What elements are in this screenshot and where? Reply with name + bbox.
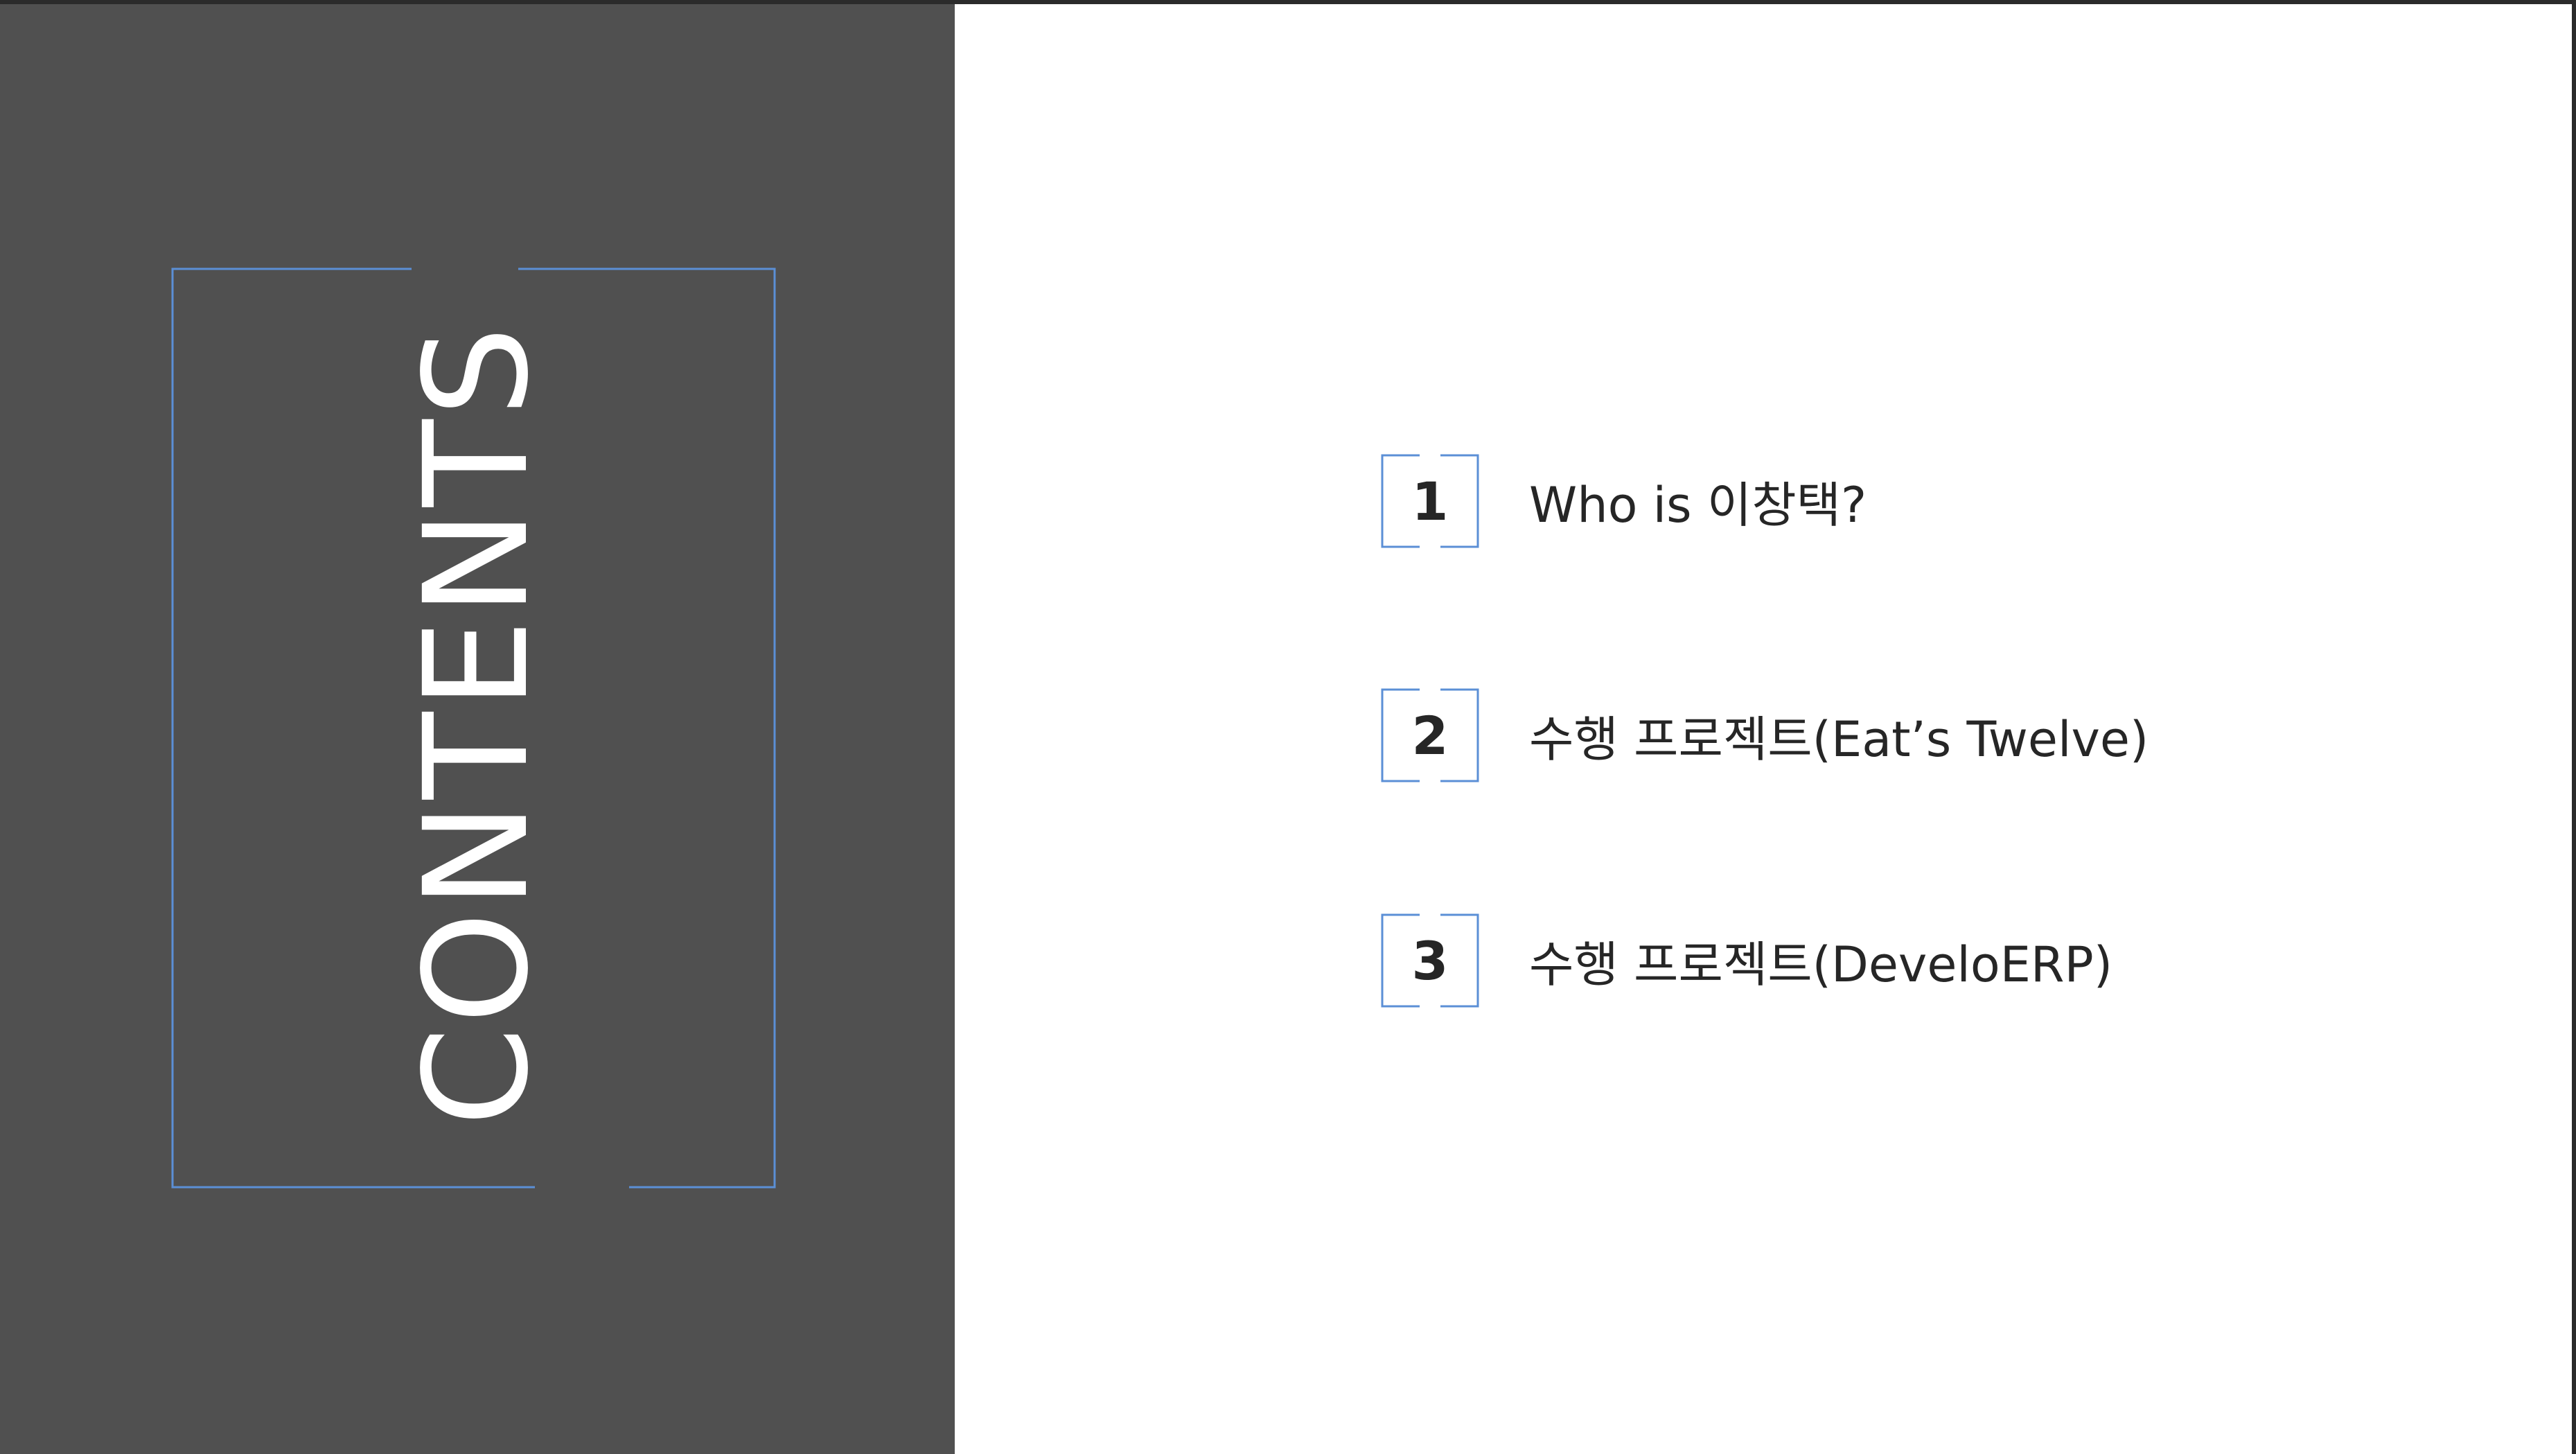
number-box-1: 1 — [1381, 454, 1479, 548]
number-box-2: 2 — [1381, 688, 1479, 782]
contents-panel: CONTENTS — [0, 4, 955, 1454]
item-label: Who is 이창택? — [1529, 476, 1867, 534]
item-label: 수행 프로젝트(Eat’s Twelve) — [1529, 710, 2149, 768]
toc-item-1[interactable]: 1 Who is 이창택? — [1381, 453, 1867, 550]
contents-title: CONTENTS — [394, 323, 560, 1127]
item-label: 수행 프로젝트(DeveloERP) — [1529, 936, 2113, 993]
item-number: 3 — [1411, 929, 1449, 992]
slide: CONTENTS 1 Who is 이창택? 2 수행 프로젝트(Eat’s T… — [0, 4, 2572, 1454]
item-number: 1 — [1411, 470, 1449, 532]
item-number: 2 — [1411, 704, 1449, 767]
number-box-3: 3 — [1381, 913, 1479, 1008]
toc-item-2[interactable]: 2 수행 프로젝트(Eat’s Twelve) — [1381, 687, 2149, 784]
toc-item-3[interactable]: 3 수행 프로젝트(DeveloERP) — [1381, 912, 2112, 1009]
